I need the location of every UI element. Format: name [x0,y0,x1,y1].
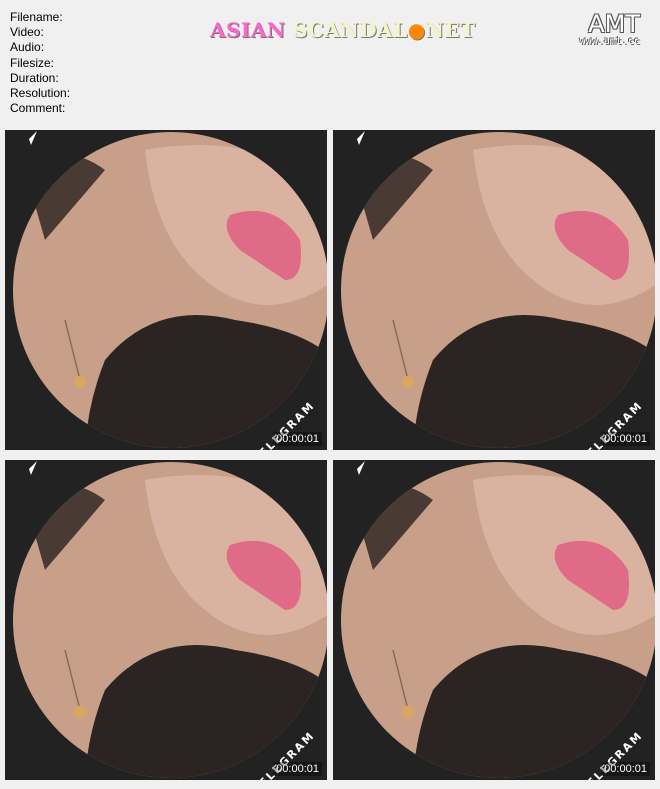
amt-title: AMT [588,10,640,38]
thumbnail: TELEGRAM 00:00:01 [333,130,655,450]
amt-url: www.amt.cc [579,36,640,47]
timestamp: 00:00:01 [601,762,650,776]
duration-label: Duration: [10,70,59,85]
thumbnail-image [5,130,327,450]
resolution-label: Resolution: [10,86,71,101]
site-logo: ASIAN SCANDAL●NET [210,18,476,42]
comment-label: Comment: [10,101,66,116]
thumbnail-image [333,130,655,450]
filename-label: Filename: [10,10,63,24]
video-label: Video: [10,25,44,40]
thumbnail-image [5,460,327,780]
logo-dot: ● [407,18,426,42]
paper-plane-icon [23,461,37,475]
thumbnail: TELEGRAM 00:00:01 [5,130,327,450]
amt-watermark: AMT www.amt.cc [580,10,640,47]
timestamp: 00:00:01 [273,432,322,446]
paper-plane-icon [23,131,37,145]
logo-part-2: SCANDAL [293,18,408,42]
logo-part-3: NET [425,18,476,42]
filesize-label: Filesize: [10,55,55,70]
file-info: Filename: Video: Audio: Filesize: Durati… [10,10,70,116]
timestamp: 00:00:01 [273,762,322,776]
paper-plane-icon [351,461,365,475]
logo-part-1: ASIAN [210,18,286,42]
audio-label: Audio: [10,40,45,55]
thumbnail: TELEGRAM 00:00:01 [333,460,655,780]
paper-plane-icon [351,131,365,145]
timestamp: 00:00:01 [601,432,650,446]
thumbnail: TELEGRAM 00:00:01 [5,460,327,780]
thumbnail-image [333,460,655,780]
